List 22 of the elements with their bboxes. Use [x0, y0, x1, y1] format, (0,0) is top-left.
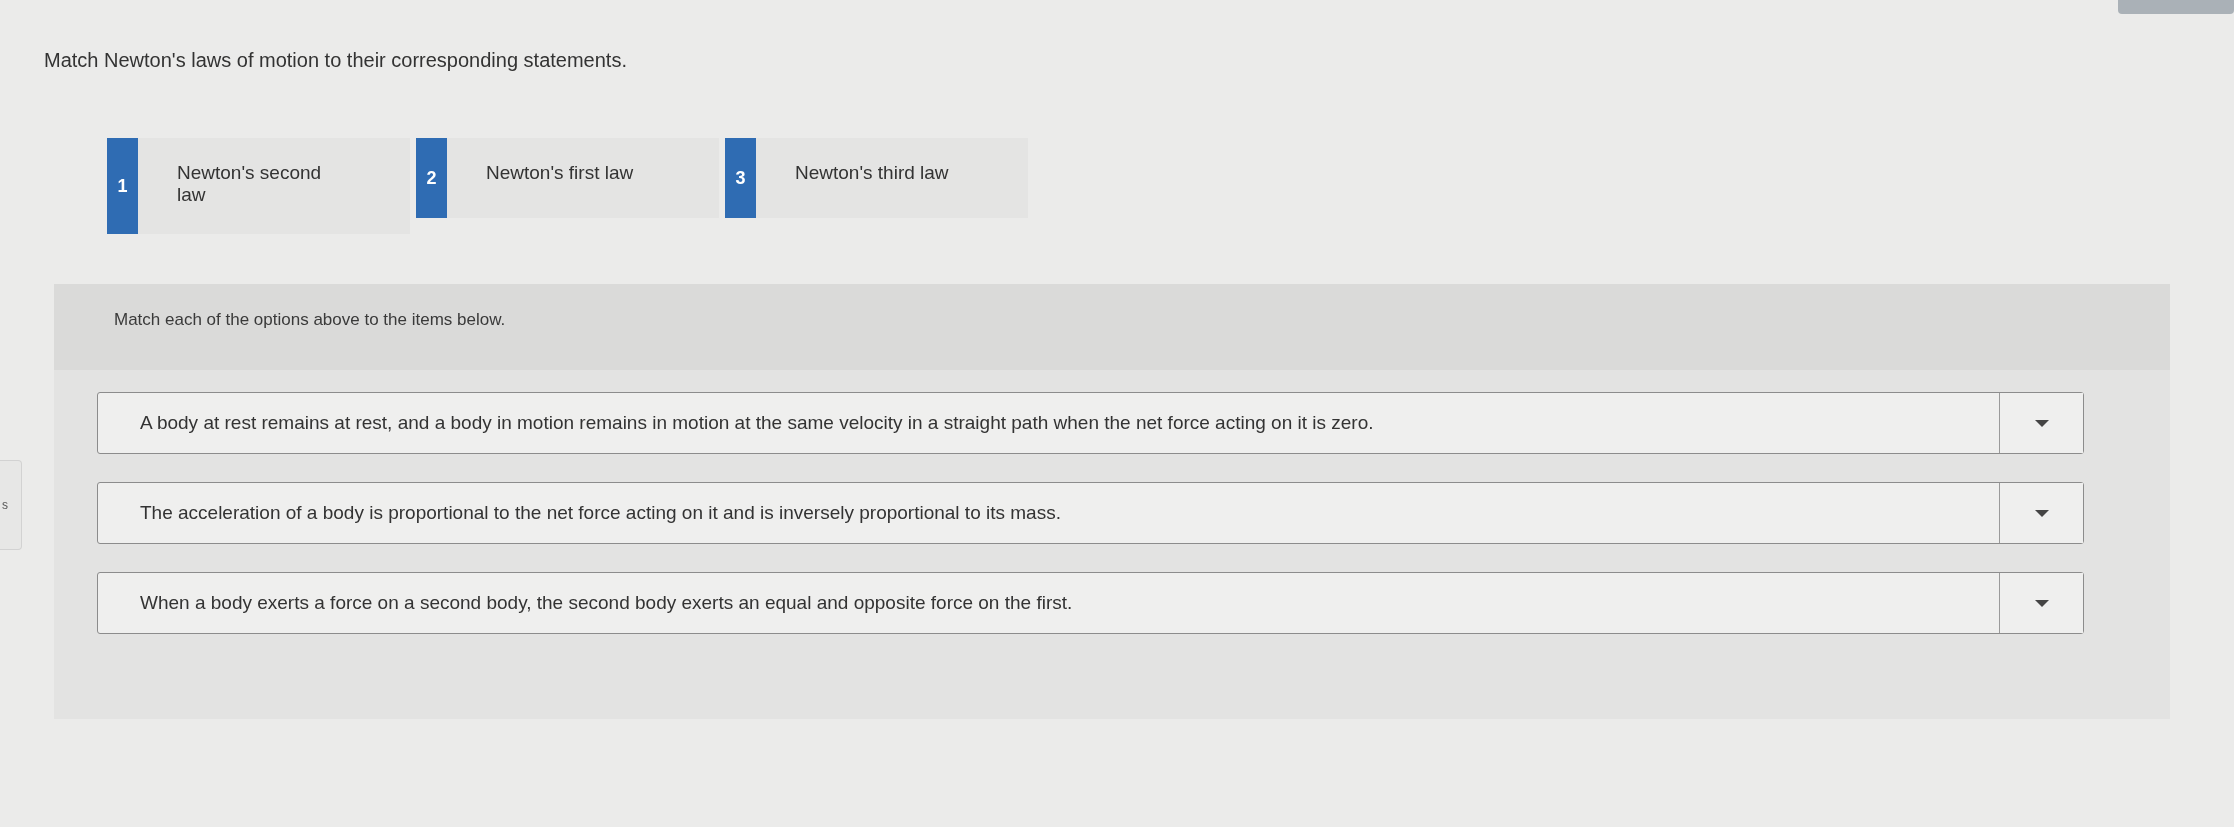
dropdown-button[interactable] [1999, 393, 2083, 453]
dropdown-button[interactable] [1999, 483, 2083, 543]
option-number: 2 [416, 138, 447, 218]
statement-text: A body at rest remains at rest, and a body in motion remains in motion at the same velocity in a straight path when the net force acting on it is zero. [140, 412, 1374, 434]
option-label: Newton's third law [795, 161, 950, 185]
instruction-text: Match each of the options above to the items below. [114, 310, 506, 329]
side-tab[interactable]: s [0, 460, 22, 550]
caret-down-icon [2034, 419, 2049, 427]
question-text: Match Newton's laws of motion to their corresponding statements. [44, 48, 628, 72]
option-label: Newton's first law [486, 161, 635, 185]
option-tile[interactable]: 1 Newton's second law [107, 138, 410, 234]
option-tile[interactable]: 2 Newton's first law [416, 138, 719, 218]
side-tab-label: s [2, 498, 8, 512]
caret-down-icon [2034, 599, 2049, 607]
option-number: 3 [725, 138, 756, 218]
statement-text: When a body exerts a force on a second body, the second body exerts an equal and opposite force on the first. [140, 592, 1073, 614]
dropdown-button[interactable] [1999, 573, 2083, 633]
option-label: Newton's second law [177, 161, 323, 207]
caret-down-icon [2034, 509, 2049, 517]
option-tile[interactable]: 3 Newton's third law [725, 138, 1028, 218]
option-number: 1 [107, 138, 138, 234]
statement-text: The acceleration of a body is proportional to the net force acting on it and is inversely proportional to its mass. [140, 502, 1061, 524]
